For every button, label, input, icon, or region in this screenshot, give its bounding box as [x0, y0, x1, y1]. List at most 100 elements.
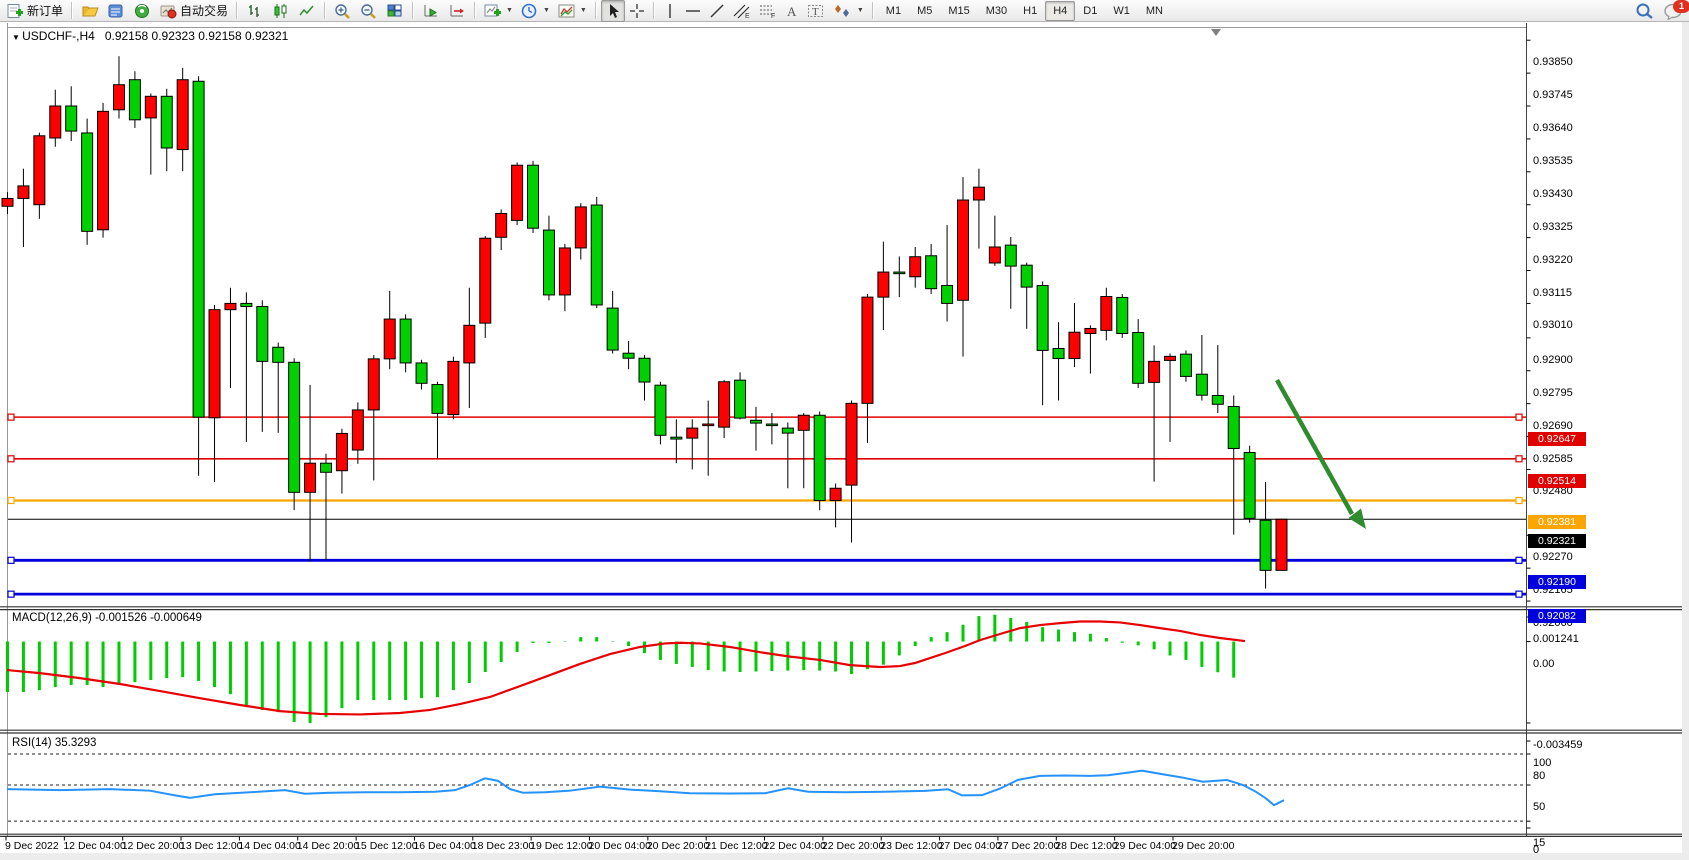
hline-handle[interactable] [1516, 414, 1522, 420]
candle-body [894, 272, 905, 274]
tile-windows-button[interactable] [382, 0, 408, 22]
fibonacci-tool-button[interactable]: F [755, 0, 781, 22]
chart-menu-caret-icon[interactable]: ▼ [12, 33, 22, 42]
hline-handle[interactable] [8, 497, 14, 503]
signals-button[interactable] [129, 0, 155, 22]
price-badge: 0.92321 [1528, 534, 1586, 548]
auto-trading-button[interactable]: 自动交易 [155, 0, 232, 22]
timeframe-m5-button[interactable]: M5 [909, 1, 940, 21]
timeframe-w1-button[interactable]: W1 [1105, 1, 1138, 21]
text-label-tool-button[interactable]: T [803, 0, 829, 22]
candle-body [1196, 374, 1207, 395]
arrows-tool-button[interactable]: ▼ [829, 0, 868, 22]
svg-text:A: A [787, 4, 797, 19]
window-right-edge [1682, 22, 1689, 860]
time-axis-label: 29 Dec 20:00 [1172, 840, 1234, 852]
new-chart-button[interactable]: ▼ [480, 0, 517, 22]
timeframe-m1-button[interactable]: M1 [878, 1, 909, 21]
line-chart-button[interactable] [294, 0, 320, 22]
templates-button[interactable]: ▼ [554, 0, 591, 22]
cursor-tool-button[interactable] [601, 0, 625, 22]
price-axis-label: 0.92270 [1533, 551, 1573, 563]
profiles-icon [81, 3, 99, 19]
time-axis-label: 14 Dec 04:00 [238, 840, 300, 852]
candle-body [1260, 520, 1271, 570]
chart-ohlc-values: 0.92158 0.92323 0.92158 0.92321 [105, 29, 289, 43]
zoom-out-button[interactable] [356, 0, 382, 22]
chevron-down-icon: ▼ [506, 7, 513, 14]
hline-handle[interactable] [8, 456, 14, 462]
timeframe-m30-button[interactable]: M30 [978, 1, 1015, 21]
zoom-in-button[interactable] [330, 0, 356, 22]
price-badge: 0.92514 [1528, 474, 1586, 488]
profiles-button[interactable] [77, 0, 103, 22]
candle-body [1069, 332, 1080, 358]
candlestick-chart-button[interactable] [268, 0, 294, 22]
horizontal-line-icon [685, 3, 701, 19]
candle-body [1244, 453, 1255, 519]
rsi-axis-label: 50 [1533, 801, 1545, 813]
zoom-in-icon [334, 3, 352, 19]
candle-body [273, 347, 284, 362]
auto-scroll-button[interactable] [418, 0, 444, 22]
auto-scroll-icon [422, 3, 440, 19]
channel-tool-button[interactable]: E [729, 0, 755, 22]
candle-body [368, 359, 379, 410]
hline-handle[interactable] [1516, 591, 1522, 597]
candle-body [480, 238, 491, 323]
candle-body [607, 308, 618, 350]
timeframe-h4-button[interactable]: H4 [1045, 1, 1075, 21]
candle-body [496, 213, 507, 237]
hline-handle[interactable] [8, 591, 14, 597]
time-axis-label: 14 Dec 20:00 [297, 840, 359, 852]
vertical-line-icon [663, 3, 677, 19]
periods-button[interactable]: ▼ [517, 0, 554, 22]
candle-body [257, 307, 268, 362]
candle-body [1101, 297, 1112, 331]
horizontal-line-tool-button[interactable] [681, 0, 705, 22]
market-watch-button[interactable] [103, 0, 129, 22]
time-axis-label: 15 Dec 12:00 [355, 840, 417, 852]
chart-shift-button[interactable] [444, 0, 470, 22]
candle-body [958, 200, 969, 300]
timeframe-m15-button[interactable]: M15 [940, 1, 977, 21]
main-toolbar: 新订单 自动交易 ▼ ▼ ▼ E F A T ▼ [0, 0, 1689, 22]
notifications-button[interactable]: 1 [1663, 2, 1683, 20]
candle-body [209, 310, 220, 418]
candle-body [225, 303, 236, 309]
toolbar-separator [412, 2, 414, 19]
candle-body [575, 207, 586, 248]
text-tool-button[interactable]: A [781, 0, 803, 22]
vertical-line-tool-button[interactable] [659, 0, 681, 22]
trendline-tool-button[interactable] [705, 0, 729, 22]
candle-body [50, 106, 61, 138]
candle-body [177, 80, 188, 150]
hline-handle[interactable] [8, 414, 14, 420]
crosshair-tool-button[interactable] [625, 0, 649, 22]
hline-handle[interactable] [1516, 456, 1522, 462]
macd-axis-label: 0.00 [1533, 658, 1554, 670]
search-icon[interactable] [1635, 2, 1655, 20]
candle-body [1165, 356, 1176, 360]
timeframe-mn-button[interactable]: MN [1138, 1, 1171, 21]
chevron-down-icon: ▼ [543, 7, 550, 14]
rsi-axis-label: 80 [1533, 770, 1545, 782]
bar-chart-button[interactable] [242, 0, 268, 22]
timeframe-h1-button[interactable]: H1 [1015, 1, 1045, 21]
candle-body [289, 362, 300, 492]
toolbar-separator [71, 2, 73, 19]
candle-body [798, 415, 809, 430]
new-order-button[interactable]: 新订单 [3, 0, 67, 22]
hline-handle[interactable] [1516, 557, 1522, 563]
candle-body [384, 319, 395, 359]
time-axis-label: 12 Dec 04:00 [63, 840, 125, 852]
chart-canvas[interactable] [0, 0, 1689, 860]
time-axis-label: 27 Dec 20:00 [997, 840, 1059, 852]
hline-handle[interactable] [1516, 497, 1522, 503]
hline-handle[interactable] [8, 557, 14, 563]
text-icon: A [785, 3, 799, 19]
time-axis-label: 19 Dec 12:00 [530, 840, 592, 852]
candle-body [66, 106, 77, 131]
candle-body [416, 363, 427, 383]
timeframe-d1-button[interactable]: D1 [1075, 1, 1105, 21]
